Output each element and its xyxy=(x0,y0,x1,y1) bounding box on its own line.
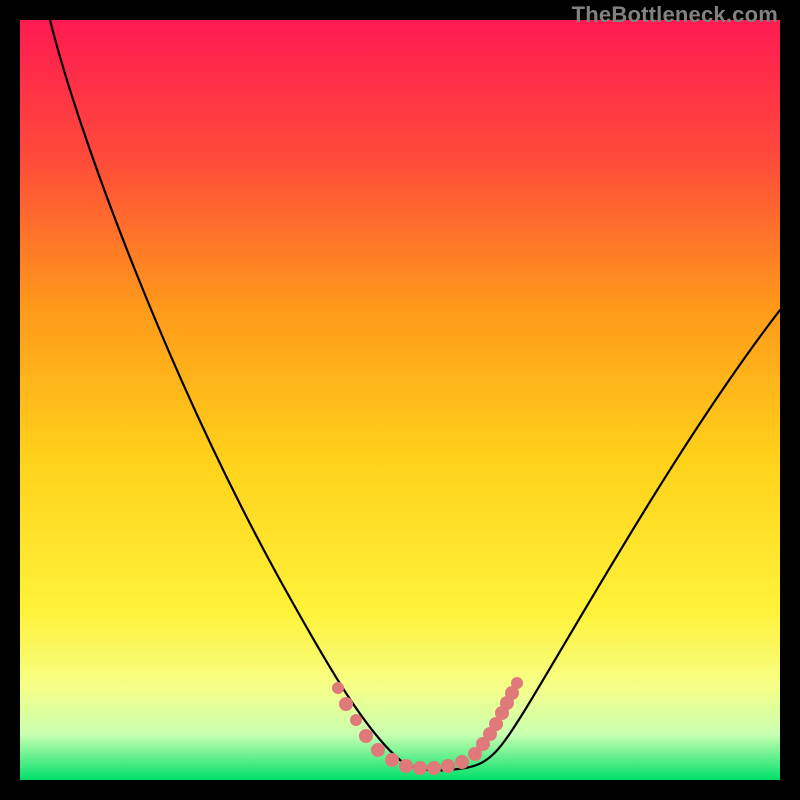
chart-svg xyxy=(20,20,780,780)
chart-plot-area xyxy=(20,20,780,780)
chart-outer-frame: TheBottleneck.com xyxy=(0,0,800,800)
watermark-text: TheBottleneck.com xyxy=(572,2,778,28)
gradient-background xyxy=(20,20,780,780)
